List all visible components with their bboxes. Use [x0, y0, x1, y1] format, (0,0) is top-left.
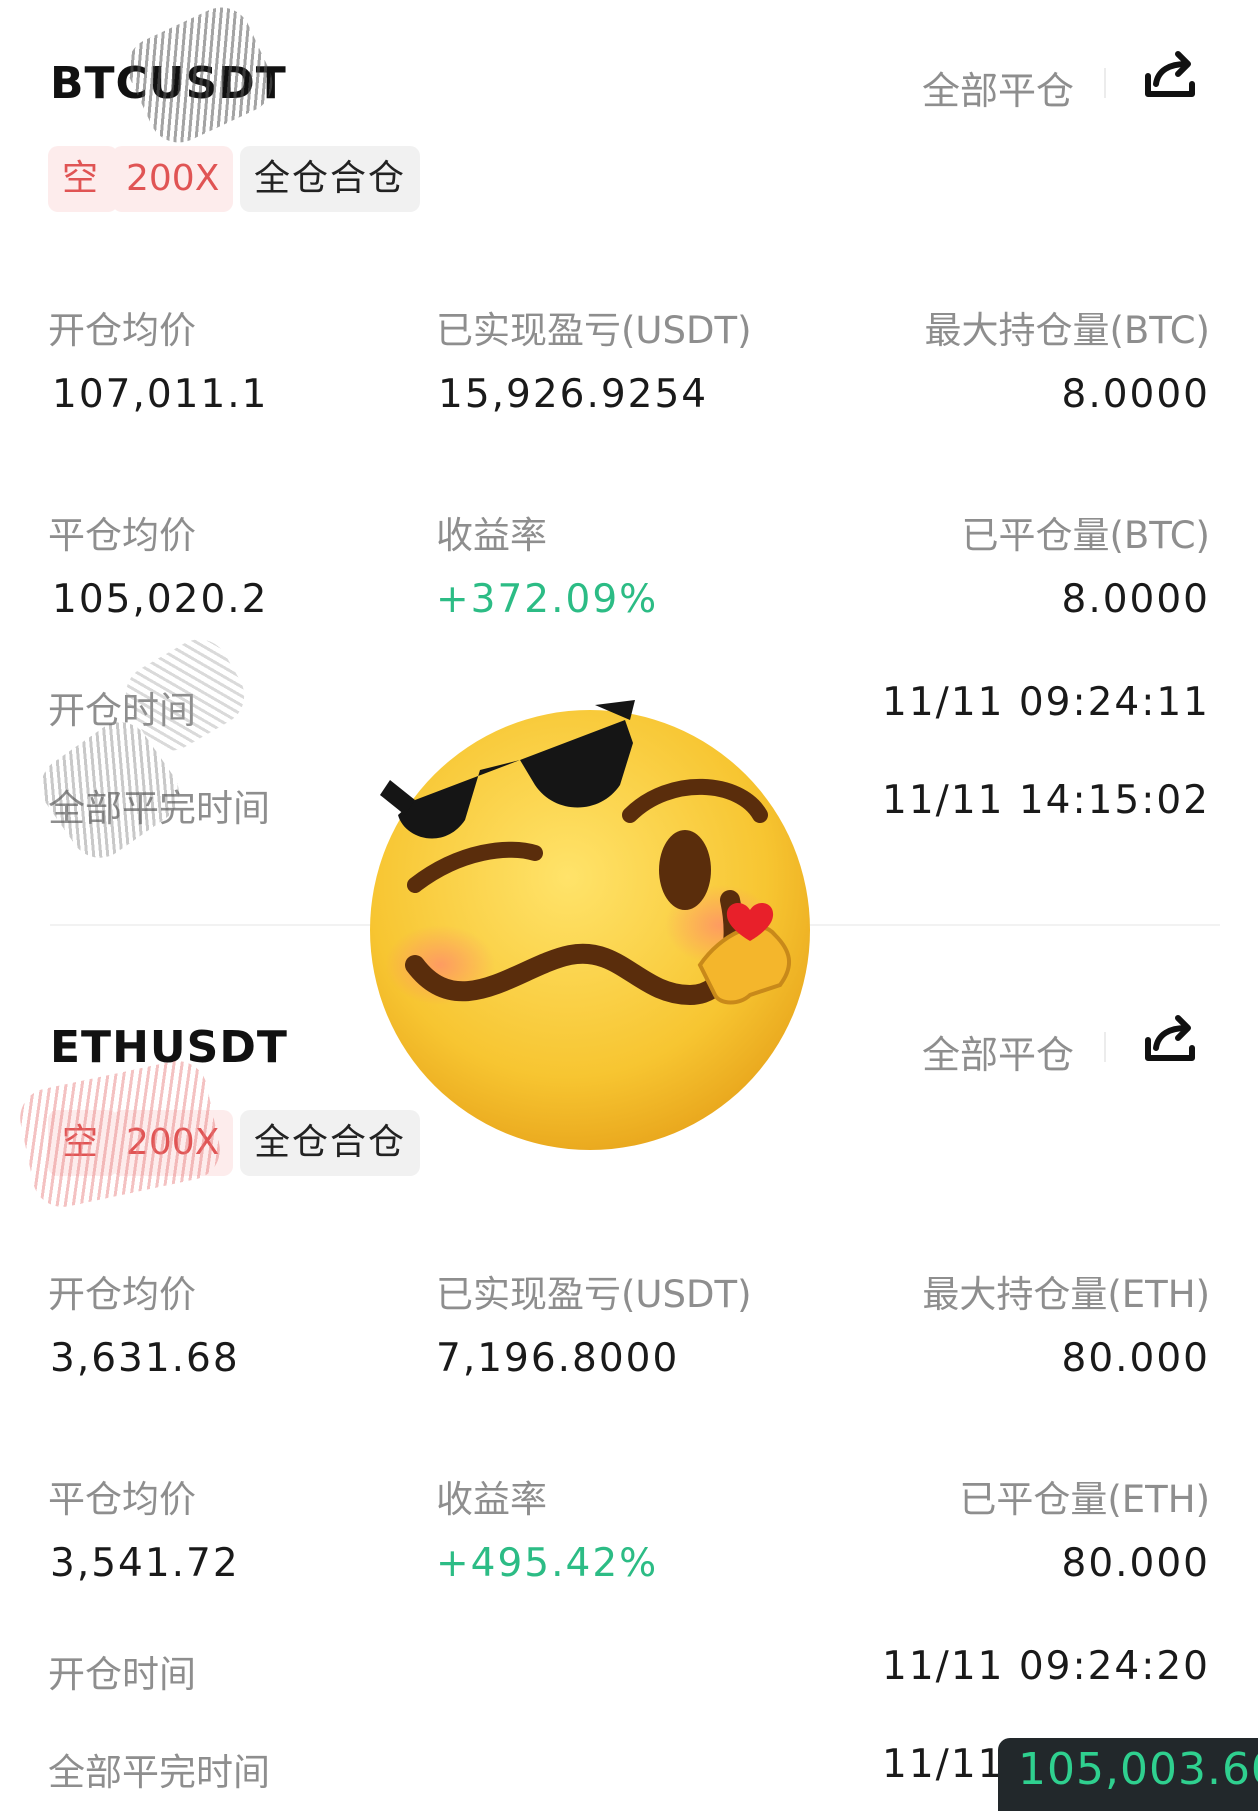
side-tag: 空 [48, 146, 119, 212]
return-rate-label: 收益率 [436, 1478, 547, 1521]
open-time-value: 11/11 09:24:20 [882, 1644, 1210, 1689]
divider [1104, 1032, 1106, 1062]
return-rate-value: +372.09% [436, 577, 659, 622]
share-icon[interactable] [1140, 46, 1200, 106]
max-position-label: 最大持仓量(ETH) [922, 1273, 1210, 1316]
max-position-label: 最大持仓量(BTC) [924, 309, 1210, 352]
close-time-label: 全部平完时间 [48, 1751, 270, 1794]
return-rate-value: +495.42% [436, 1541, 659, 1586]
open-avg-price-label: 开仓均价 [48, 309, 196, 352]
realized-pnl-value: 15,926.9254 [438, 372, 709, 417]
realized-pnl-label: 已实现盈亏(USDT) [436, 309, 752, 352]
redaction-scribble [117, 0, 283, 153]
open-time-value: 11/11 09:24:11 [882, 680, 1210, 725]
open-avg-price-value: 3,631.68 [50, 1336, 240, 1381]
closed-volume-value: 8.0000 [1061, 577, 1210, 622]
divider [1104, 68, 1106, 98]
close-all-button[interactable]: 全部平仓 [922, 60, 1074, 115]
redaction-scribble [14, 1055, 226, 1213]
closed-volume-value: 80.000 [1061, 1541, 1210, 1586]
close-avg-price-value: 3,541.72 [50, 1541, 240, 1586]
margin-mode-tag: 全仓合仓 [240, 146, 421, 212]
open-avg-price-label: 开仓均价 [48, 1273, 196, 1316]
realized-pnl-label: 已实现盈亏(USDT) [436, 1273, 752, 1316]
close-avg-price-label: 平仓均价 [48, 514, 196, 557]
open-time-label: 开仓时间 [48, 1653, 196, 1696]
close-avg-price-label: 平仓均价 [48, 1478, 196, 1521]
closed-volume-label: 已平仓量(BTC) [961, 514, 1210, 557]
open-avg-price-value: 107,011.1 [52, 372, 269, 417]
close-all-button[interactable]: 全部平仓 [922, 1024, 1074, 1079]
max-position-value: 80.000 [1061, 1336, 1210, 1381]
return-rate-label: 收益率 [436, 514, 547, 557]
close-avg-price-value: 105,020.2 [52, 577, 269, 622]
close-time-value: 11/11 14:15:02 [882, 778, 1210, 823]
share-icon[interactable] [1140, 1010, 1200, 1070]
realized-pnl-value: 7,196.8000 [436, 1336, 680, 1381]
max-position-value: 8.0000 [1061, 372, 1210, 417]
closed-volume-label: 已平仓量(ETH) [959, 1478, 1210, 1521]
sunglasses-emoji-sticker [370, 700, 810, 1150]
price-overlay: 105,003.60 [998, 1738, 1258, 1811]
price-overlay-value: 105,003.60 [1018, 1744, 1258, 1795]
leverage-tag: 200X [112, 146, 234, 212]
